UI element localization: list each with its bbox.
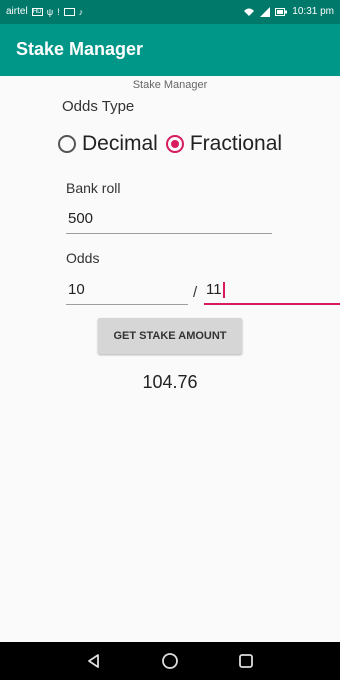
fractional-radio[interactable]: Fractional (165, 132, 283, 156)
carrier-name: airtel (6, 6, 28, 17)
main-content: Stake Manager Odds Type Decimal Fraction… (0, 76, 340, 642)
home-icon (162, 653, 178, 669)
odds-numerator-input[interactable]: 10 (66, 279, 188, 305)
navigation-bar (0, 642, 340, 680)
back-button[interactable] (74, 642, 114, 680)
battery-icon (275, 7, 288, 16)
odds-numerator-value: 10 (68, 281, 85, 298)
home-button[interactable] (150, 642, 190, 680)
status-bar: airtel HD ψ ! ♪ 10:31 pm (0, 0, 340, 24)
odds-separator: / (193, 284, 198, 301)
back-icon (88, 654, 99, 668)
page-subtitle: Stake Manager (132, 79, 208, 91)
usb-icon: ψ (46, 6, 54, 17)
signal-icon (260, 6, 271, 17)
odds-label: Odds (66, 250, 100, 266)
status-right: 10:31 pm (243, 6, 334, 17)
bankroll-value: 500 (68, 210, 94, 227)
app-bar: Stake Manager (0, 24, 340, 76)
odds-type-label: Odds Type (62, 98, 135, 115)
radio-checked-icon (165, 135, 184, 153)
decimal-radio-label: Decimal (82, 132, 158, 155)
hd-icon: HD (31, 7, 43, 16)
fractional-radio-label: Fractional (189, 132, 283, 155)
radio-unchecked-icon (58, 135, 76, 153)
recents-icon (239, 654, 253, 668)
odds-denominator-value: 11 (206, 281, 222, 298)
text-cursor (222, 282, 225, 299)
status-left: airtel HD ψ ! ♪ (6, 6, 83, 17)
tiktok-icon: ♪ (78, 6, 84, 17)
odds-type-radio-group: Decimal Fractional (58, 132, 290, 156)
decimal-radio[interactable]: Decimal (58, 132, 158, 156)
bankroll-input[interactable]: 500 (66, 208, 272, 234)
status-time: 10:31 pm (292, 6, 334, 17)
notification-icon: ! (57, 6, 60, 17)
get-stake-amount-button[interactable]: GET STAKE AMOUNT (98, 318, 242, 354)
image-icon (63, 7, 75, 16)
wifi-icon (244, 8, 255, 16)
bankroll-label: Bank roll (66, 180, 121, 196)
recents-button[interactable] (226, 642, 266, 680)
stake-result: 104.76 (142, 372, 198, 392)
app-title: Stake Manager (16, 39, 144, 59)
odds-denominator-input[interactable]: 11 (204, 279, 340, 305)
